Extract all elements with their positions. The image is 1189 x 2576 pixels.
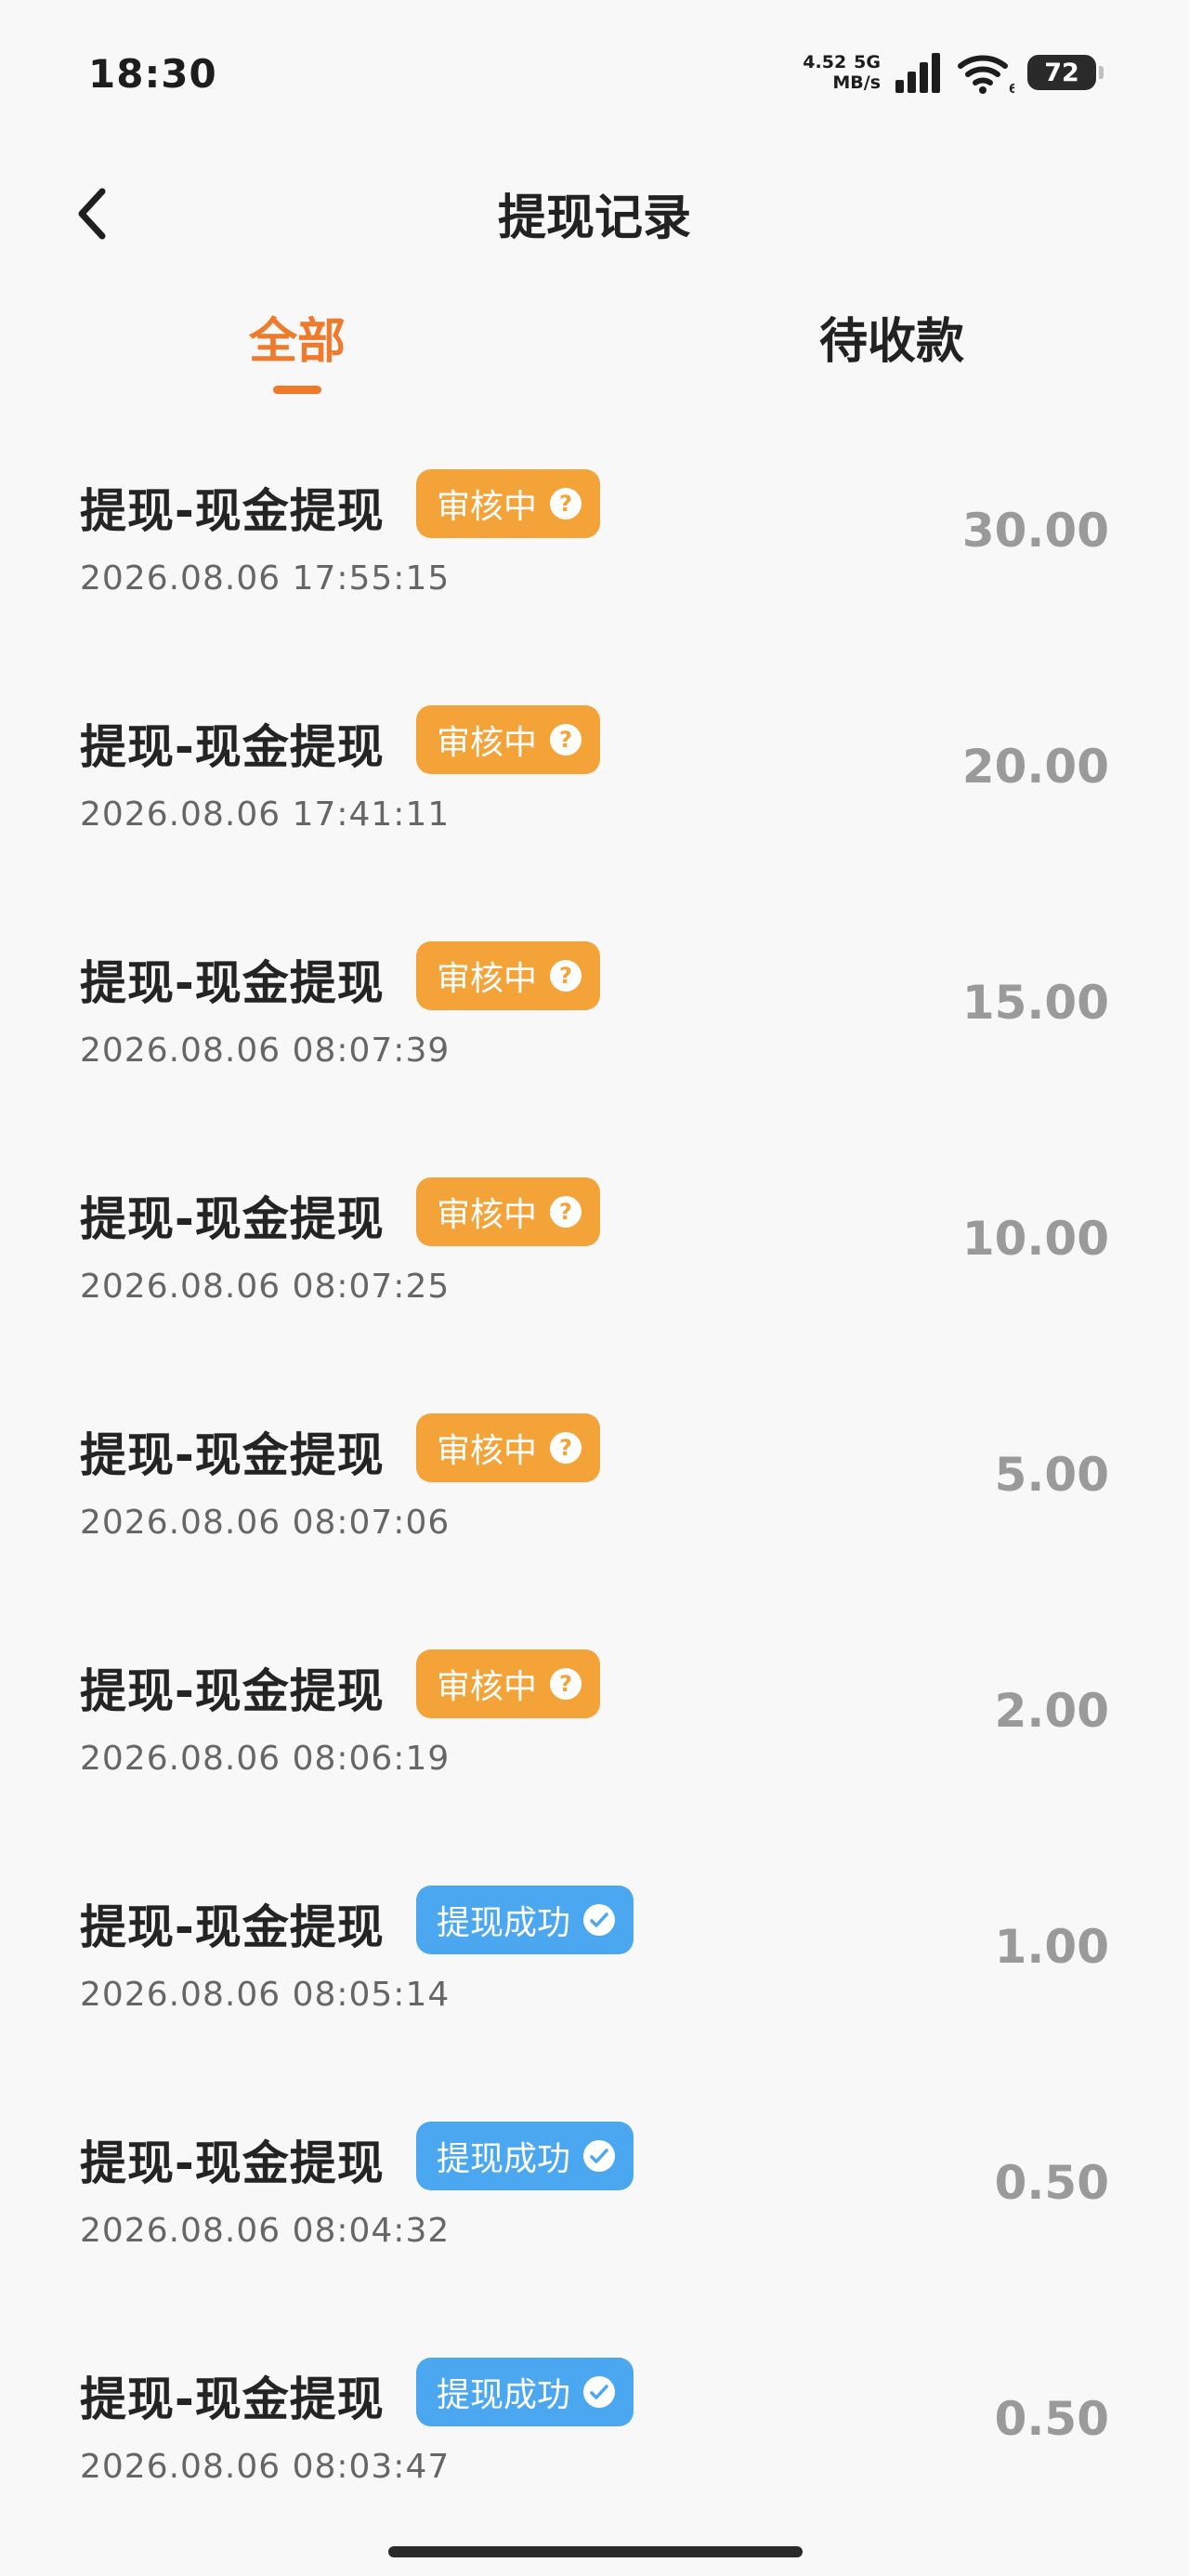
record-time: 2026.08.06 08:07:25: [80, 1268, 451, 1306]
record-amount: 1.00: [994, 1920, 1109, 1974]
status-label: 审核中: [437, 1196, 538, 1234]
nav-bar: 提现记录: [0, 158, 1189, 260]
record-item[interactable]: 提现-现金提现 提现成功 2026.08.06 08:04:32 0.50: [0, 2098, 1189, 2334]
record-amount: 0.50: [994, 2156, 1109, 2210]
status-indicators: 4.52 5G MB/s 6 72: [803, 45, 1104, 100]
question-icon[interactable]: ?: [550, 960, 582, 992]
status-label: 审核中: [437, 960, 538, 998]
network-type: 5G: [854, 52, 881, 72]
status-badge[interactable]: 审核中 ?: [416, 1177, 601, 1246]
record-amount: 0.50: [994, 2392, 1109, 2446]
question-icon[interactable]: ?: [550, 724, 582, 756]
record-amount: 5.00: [994, 1448, 1109, 1502]
status-time: 18:30: [88, 51, 217, 97]
record-title: 提现-现金提现: [80, 2136, 385, 2190]
tab-pending[interactable]: 待收款: [799, 302, 985, 372]
battery-level: 72: [1044, 58, 1079, 87]
home-indicator[interactable]: [388, 2546, 803, 2557]
question-icon[interactable]: ?: [550, 1196, 582, 1228]
status-label: 审核中: [437, 724, 538, 762]
tab-all[interactable]: 全部: [223, 302, 372, 372]
network-speed-unit: MB/s: [832, 72, 881, 93]
cell-signal-icon: [895, 53, 940, 93]
status-label: 审核中: [437, 488, 538, 526]
status-badge: 提现成功: [416, 2358, 634, 2426]
record-title: 提现-现金提现: [80, 1664, 385, 1718]
status-badge: 提现成功: [416, 1886, 634, 1954]
status-label: 审核中: [437, 1432, 538, 1470]
record-time: 2026.08.06 08:04:32: [80, 2212, 451, 2250]
record-item[interactable]: 提现-现金提现 提现成功 2026.08.06 08:05:14 1.00: [0, 1862, 1189, 2098]
record-item[interactable]: 提现-现金提现 审核中 ? 2026.08.06 08:07:06 5.00: [0, 1390, 1189, 1626]
wechat-pay-icon: [583, 1904, 616, 1936]
page-title: 提现记录: [497, 191, 691, 246]
record-amount: 10.00: [961, 1212, 1109, 1266]
tab-bar: 全部 待收款: [0, 293, 1189, 404]
record-title: 提现-现金提现: [80, 1900, 385, 1954]
record-title: 提现-现金提现: [80, 1192, 385, 1246]
record-time: 2026.08.06 08:03:47: [80, 2448, 451, 2486]
record-item[interactable]: 提现-现金提现 提现成功 2026.08.06 08:03:47 0.50: [0, 2334, 1189, 2570]
record-time: 2026.08.06 17:55:15: [80, 559, 451, 598]
status-badge[interactable]: 审核中 ?: [416, 1413, 601, 1482]
withdrawal-record-list: 提现-现金提现 审核中 ? 2026.08.06 17:55:15 30.00 …: [0, 446, 1189, 2570]
status-label: 审核中: [437, 1668, 538, 1706]
status-badge: 提现成功: [416, 2122, 634, 2190]
network-speed-value: 4.52: [803, 52, 847, 72]
status-label: 提现成功: [437, 2376, 571, 2414]
record-item[interactable]: 提现-现金提现 审核中 ? 2026.08.06 17:41:11 20.00: [0, 682, 1189, 918]
record-item[interactable]: 提现-现金提现 审核中 ? 2026.08.06 08:07:39 15.00: [0, 918, 1189, 1154]
record-title: 提现-现金提现: [80, 484, 385, 538]
record-time: 2026.08.06 17:41:11: [80, 795, 451, 834]
wechat-pay-icon: [583, 2376, 616, 2408]
record-title: 提现-现金提现: [80, 956, 385, 1010]
record-amount: 30.00: [961, 504, 1109, 558]
record-time: 2026.08.06 08:07:06: [80, 1504, 451, 1542]
active-tab-indicator: [273, 386, 321, 394]
status-badge[interactable]: 审核中 ?: [416, 705, 601, 774]
status-badge[interactable]: 审核中 ?: [416, 1649, 601, 1718]
record-title: 提现-现金提现: [80, 2372, 385, 2426]
battery-icon: 72: [1027, 55, 1104, 90]
status-label: 提现成功: [437, 2140, 571, 2178]
record-time: 2026.08.06 08:07:39: [80, 1032, 451, 1070]
wifi-icon: 6: [958, 55, 1014, 94]
record-item[interactable]: 提现-现金提现 审核中 ? 2026.08.06 08:07:25 10.00: [0, 1154, 1189, 1390]
record-time: 2026.08.06 08:05:14: [80, 1976, 451, 2014]
status-badge[interactable]: 审核中 ?: [416, 941, 601, 1010]
record-item[interactable]: 提现-现金提现 审核中 ? 2026.08.06 17:55:15 30.00: [0, 446, 1189, 682]
record-item[interactable]: 提现-现金提现 审核中 ? 2026.08.06 08:06:19 2.00: [0, 1626, 1189, 1862]
question-icon[interactable]: ?: [550, 1432, 582, 1464]
record-amount: 20.00: [961, 740, 1109, 794]
record-title: 提现-现金提现: [80, 720, 385, 774]
record-time: 2026.08.06 08:06:19: [80, 1740, 451, 1778]
record-amount: 2.00: [994, 1684, 1109, 1738]
status-badge[interactable]: 审核中 ?: [416, 469, 601, 538]
network-speed: 4.52 5G MB/s: [803, 52, 881, 93]
record-title: 提现-现金提现: [80, 1428, 385, 1482]
status-bar: 18:30 4.52 5G MB/s 6 72: [0, 0, 1189, 149]
question-icon[interactable]: ?: [550, 488, 582, 519]
wechat-pay-icon: [583, 2140, 616, 2172]
record-amount: 15.00: [961, 976, 1109, 1030]
status-label: 提现成功: [437, 1904, 571, 1942]
wifi-level: 6: [1009, 83, 1014, 94]
question-icon[interactable]: ?: [550, 1668, 582, 1700]
